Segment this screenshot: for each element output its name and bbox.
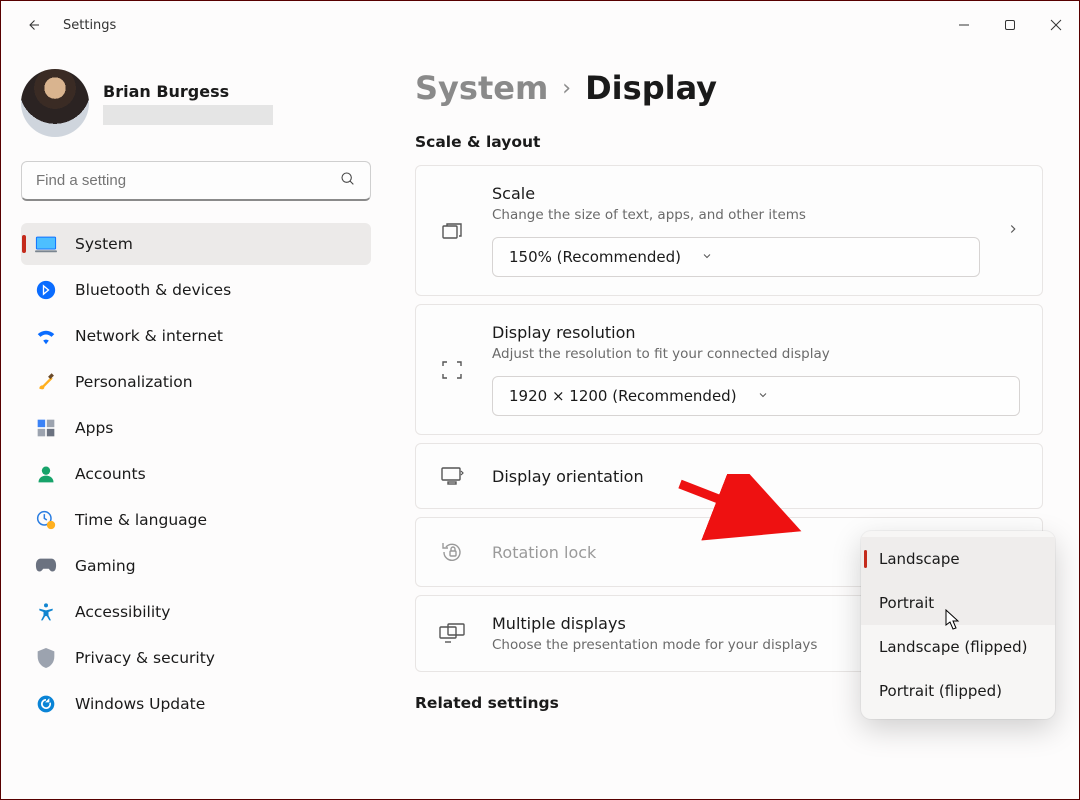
orientation-popup: Landscape Portrait Landscape (flipped) P… xyxy=(861,531,1055,719)
popup-item-label: Portrait (flipped) xyxy=(879,682,1002,700)
nav-item-label: Accounts xyxy=(75,465,146,483)
wifi-icon xyxy=(35,325,57,347)
breadcrumb-separator: › xyxy=(562,76,571,101)
popup-item-landscape-flipped[interactable]: Landscape (flipped) xyxy=(861,625,1055,669)
card-title: Scale xyxy=(492,184,980,203)
maximize-button[interactable] xyxy=(987,7,1033,43)
profile-email-redacted xyxy=(103,105,273,125)
card-title: Display resolution xyxy=(492,323,1020,342)
card-sub: Adjust the resolution to fit your connec… xyxy=(492,346,1020,362)
orientation-icon xyxy=(438,466,466,486)
search-box[interactable] xyxy=(21,161,371,201)
nav-item-time-language[interactable]: Time & language xyxy=(21,499,371,541)
nav-item-label: System xyxy=(75,235,133,253)
chevron-down-icon xyxy=(757,387,769,405)
clock-globe-icon xyxy=(35,509,57,531)
app-title: Settings xyxy=(63,18,116,33)
nav-item-bluetooth[interactable]: Bluetooth & devices xyxy=(21,269,371,311)
nav-item-label: Time & language xyxy=(75,511,207,529)
nav-item-label: Bluetooth & devices xyxy=(75,281,231,299)
nav-item-apps[interactable]: Apps xyxy=(21,407,371,449)
apps-icon xyxy=(35,417,57,439)
popup-item-label: Landscape (flipped) xyxy=(879,638,1027,656)
card-title: Display orientation xyxy=(492,467,1020,486)
section-scale-layout: Scale & layout xyxy=(415,133,1043,151)
main-panel: System › Display Scale & layout Scale Ch… xyxy=(391,49,1079,799)
scale-value: 150% (Recommended) xyxy=(509,248,681,266)
nav-item-system[interactable]: System xyxy=(21,223,371,265)
popup-item-portrait[interactable]: Portrait xyxy=(861,581,1055,625)
avatar xyxy=(21,69,89,137)
sidebar: Brian Burgess System Bluetooth & devi xyxy=(1,49,391,799)
breadcrumb-current: Display xyxy=(585,69,717,107)
back-button[interactable] xyxy=(23,16,43,34)
card-scale[interactable]: Scale Change the size of text, apps, and… xyxy=(415,165,1043,296)
shield-icon xyxy=(35,647,57,669)
breadcrumb-parent[interactable]: System xyxy=(415,69,548,107)
nav-item-label: Windows Update xyxy=(75,695,205,713)
nav-item-accessibility[interactable]: Accessibility xyxy=(21,591,371,633)
popup-item-label: Portrait xyxy=(879,594,934,612)
card-sub: Change the size of text, apps, and other… xyxy=(492,207,980,223)
popup-item-label: Landscape xyxy=(879,550,960,568)
multiple-displays-icon xyxy=(438,623,466,645)
nav-item-gaming[interactable]: Gaming xyxy=(21,545,371,587)
resolution-icon xyxy=(438,358,466,382)
brush-icon xyxy=(35,371,57,393)
minimize-button[interactable] xyxy=(941,7,987,43)
nav-item-label: Network & internet xyxy=(75,327,223,345)
nav-item-network[interactable]: Network & internet xyxy=(21,315,371,357)
nav-item-label: Privacy & security xyxy=(75,649,215,667)
bluetooth-icon xyxy=(35,279,57,301)
card-resolution[interactable]: Display resolution Adjust the resolution… xyxy=(415,304,1043,435)
resolution-value: 1920 × 1200 (Recommended) xyxy=(509,387,737,405)
scale-icon xyxy=(438,219,466,243)
chevron-right-icon xyxy=(1006,221,1020,240)
breadcrumb: System › Display xyxy=(415,69,1043,107)
search-input[interactable] xyxy=(36,172,292,189)
nav-item-label: Accessibility xyxy=(75,603,170,621)
nav-item-personalization[interactable]: Personalization xyxy=(21,361,371,403)
chevron-down-icon xyxy=(701,248,713,266)
nav-item-label: Personalization xyxy=(75,373,193,391)
nav-item-windows-update[interactable]: Windows Update xyxy=(21,683,371,725)
person-icon xyxy=(35,463,57,485)
titlebar: Settings xyxy=(1,1,1079,49)
nav-item-accounts[interactable]: Accounts xyxy=(21,453,371,495)
window-controls xyxy=(941,7,1079,43)
nav-item-label: Gaming xyxy=(75,557,136,575)
profile-block[interactable]: Brian Burgess xyxy=(21,69,371,137)
popup-item-portrait-flipped[interactable]: Portrait (flipped) xyxy=(861,669,1055,713)
nav-item-privacy[interactable]: Privacy & security xyxy=(21,637,371,679)
update-icon xyxy=(35,693,57,715)
gamepad-icon xyxy=(35,555,57,577)
popup-item-landscape[interactable]: Landscape xyxy=(861,537,1055,581)
nav-list: System Bluetooth & devices Network & int… xyxy=(21,223,371,725)
card-orientation[interactable]: Display orientation xyxy=(415,443,1043,509)
close-button[interactable] xyxy=(1033,7,1079,43)
scale-dropdown[interactable]: 150% (Recommended) xyxy=(492,237,980,277)
profile-name: Brian Burgess xyxy=(103,82,273,101)
search-icon xyxy=(340,171,356,191)
nav-item-label: Apps xyxy=(75,419,113,437)
resolution-dropdown[interactable]: 1920 × 1200 (Recommended) xyxy=(492,376,1020,416)
system-icon xyxy=(35,233,57,255)
rotation-lock-icon xyxy=(438,540,466,564)
accessibility-icon xyxy=(35,601,57,623)
